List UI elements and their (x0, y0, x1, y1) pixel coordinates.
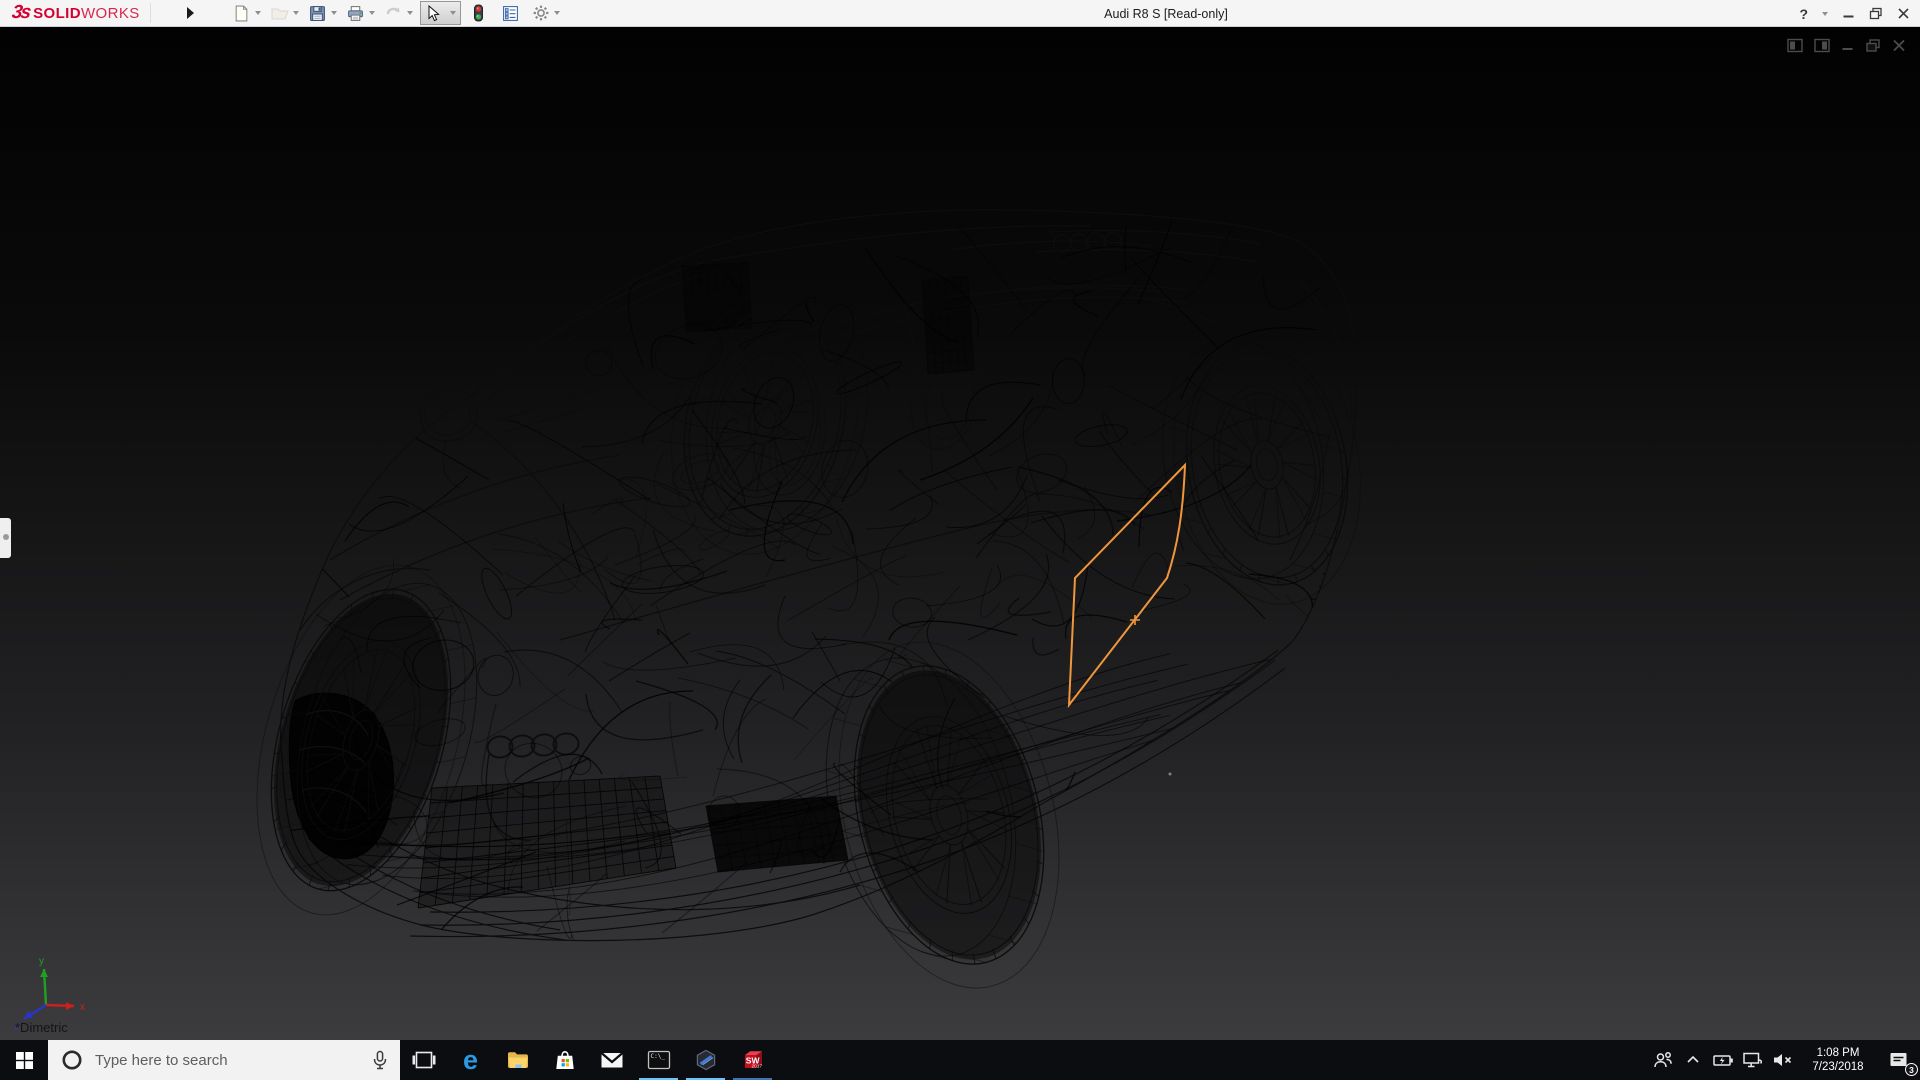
store-button[interactable] (541, 1040, 588, 1080)
wireframe-generated (256, 209, 1361, 989)
search-placeholder: Type here to search (95, 1051, 228, 1069)
save-icon (310, 5, 326, 21)
open-dropdown-arrow[interactable] (292, 11, 299, 15)
model-canvas[interactable] (0, 27, 1920, 1040)
people-icon (1654, 1052, 1672, 1068)
axis-y-label: y (39, 956, 44, 967)
select-cursor-icon (428, 4, 440, 21)
settings-dropdown-arrow[interactable] (553, 11, 560, 15)
main-toolbar (230, 1, 567, 25)
solidworks-logo: 3s SOLIDWORKS (0, 0, 150, 26)
svg-text:2017: 2017 (751, 1064, 762, 1070)
undo-button[interactable] (382, 1, 406, 25)
rebuild-traffic-light-icon (474, 4, 484, 22)
print-dropdown-arrow[interactable] (368, 11, 375, 15)
open-button[interactable] (268, 1, 292, 25)
save-button[interactable] (306, 1, 330, 25)
settings-gear-icon (533, 5, 549, 21)
window-controls: ? (1799, 0, 1910, 27)
windows-taskbar: Type here to search e C:\_ SW 2017 1:08 … (0, 1040, 1920, 1080)
clock-date: 7/23/2018 (1812, 1061, 1864, 1073)
ds-logo-mark: 3s (10, 2, 31, 23)
taskbar-clock[interactable]: 1:08 PM 7/23/2018 (1798, 1040, 1878, 1080)
taskbar-search[interactable]: Type here to search (48, 1040, 400, 1080)
help-button[interactable]: ? (1799, 6, 1808, 22)
pane-left-icon[interactable] (1787, 38, 1803, 53)
cortana-icon (62, 1050, 82, 1070)
action-center-button[interactable]: 3 (1878, 1040, 1920, 1080)
document-window-controls (1787, 38, 1906, 53)
hexagon-app-icon (696, 1049, 715, 1071)
hexagon-app-button[interactable] (682, 1040, 729, 1080)
separator (149, 3, 151, 23)
tray-expand-button[interactable] (1678, 1040, 1708, 1080)
volume-muted-icon (1774, 1054, 1792, 1066)
options-list-button[interactable] (499, 1, 523, 25)
mail-button[interactable] (588, 1040, 635, 1080)
file-explorer-icon (507, 1052, 528, 1068)
task-view-icon (412, 1051, 435, 1069)
new-document-button[interactable] (230, 1, 254, 25)
feature-manager-collapsed-tab[interactable] (0, 518, 11, 558)
network-button[interactable] (1738, 1040, 1768, 1080)
task-view-button[interactable] (400, 1040, 447, 1080)
document-title: Audi R8 S [Read-only] (1104, 6, 1228, 21)
battery-button[interactable] (1708, 1040, 1738, 1080)
solidworks-taskbar-button[interactable]: SW 2017 (729, 1040, 776, 1080)
axis-x-label: x (80, 1002, 85, 1013)
svg-text:C:\_: C:\_ (650, 1053, 665, 1060)
logo-solid: SOLID (33, 4, 81, 22)
graphics-area[interactable]: y x z *Dimetric (0, 27, 1920, 1040)
battery-icon (1713, 1055, 1733, 1066)
new-document-icon (235, 5, 248, 21)
select-button[interactable] (421, 1, 446, 25)
microphone-icon[interactable] (372, 1050, 388, 1070)
print-icon (348, 5, 364, 21)
system-tray: 1:08 PM 7/23/2018 3 (1648, 1040, 1920, 1080)
undo-icon (386, 7, 400, 15)
open-icon (271, 8, 289, 20)
close-button[interactable] (1897, 7, 1910, 20)
options-list-icon (503, 5, 519, 21)
menu-flyout-arrow-icon[interactable] (186, 7, 194, 19)
restore-button[interactable] (1869, 7, 1883, 20)
select-dropdown-arrow[interactable] (449, 11, 456, 15)
new-dropdown-arrow[interactable] (254, 11, 261, 15)
command-prompt-button[interactable]: C:\_ (635, 1040, 682, 1080)
save-dropdown-arrow[interactable] (330, 11, 337, 15)
solidworks-icon: SW2017 (744, 1051, 762, 1070)
solidworks-window: 3s SOLIDWORKS Audi R8 S [Read-only] ? y … (0, 0, 1920, 1080)
volume-button[interactable] (1768, 1040, 1798, 1080)
people-button[interactable] (1648, 1040, 1678, 1080)
logo-works: WORKS (80, 4, 140, 22)
doc-close-icon[interactable] (1892, 38, 1906, 53)
rebuild-button[interactable] (467, 1, 491, 25)
doc-minimize-icon[interactable] (1841, 38, 1854, 53)
side-mirror (419, 389, 478, 489)
select-tool-group (419, 1, 461, 25)
edge-button[interactable]: e (447, 1040, 494, 1080)
title-bar: 3s SOLIDWORKS Audi R8 S [Read-only] ? (0, 0, 1920, 27)
notification-badge: 3 (1905, 1063, 1918, 1076)
settings-button[interactable] (529, 1, 553, 25)
clock-time: 1:08 PM (1816, 1047, 1860, 1059)
stray-vertex-dot (1168, 772, 1172, 776)
help-dropdown-arrow[interactable] (1822, 11, 1828, 16)
network-icon (1743, 1052, 1763, 1068)
edge-icon: e (462, 1045, 479, 1075)
minimize-button[interactable] (1842, 7, 1855, 20)
mail-icon (600, 1052, 623, 1068)
doc-restore-icon[interactable] (1865, 38, 1881, 53)
windows-logo-icon (15, 1051, 33, 1069)
orientation-triad: y x z (14, 956, 85, 1032)
start-button[interactable] (0, 1040, 48, 1080)
command-prompt-icon: C:\_ (647, 1050, 670, 1070)
file-explorer-button[interactable] (494, 1040, 541, 1080)
chevron-up-icon (1687, 1055, 1699, 1063)
pane-right-icon[interactable] (1814, 38, 1830, 53)
store-icon (555, 1050, 574, 1069)
view-orientation-label: *Dimetric (15, 1020, 68, 1035)
print-button[interactable] (344, 1, 368, 25)
undo-dropdown-arrow[interactable] (406, 11, 413, 15)
